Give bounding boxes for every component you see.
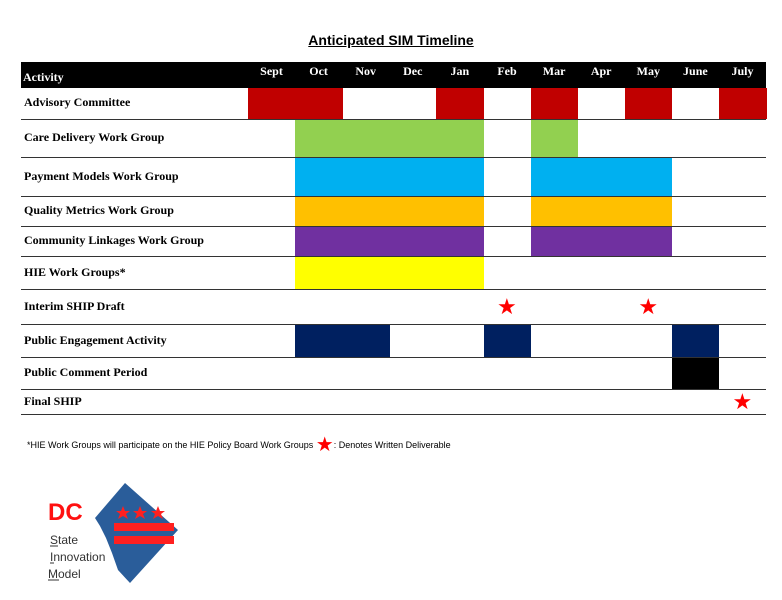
logo-dc: DC [48, 499, 83, 526]
star-icon: ★ [315, 434, 334, 456]
month-header-june: June [683, 64, 708, 78]
timeline-row: Public Comment Period [21, 358, 766, 390]
timeline-bar-mar [530, 197, 579, 226]
timeline-bar-jan [436, 257, 484, 289]
month-header-mar: Mar [542, 64, 566, 78]
timeline-bar-feb [483, 325, 532, 357]
activity-label: Payment Models Work Group [24, 168, 179, 183]
timeline-bar-mar [530, 158, 579, 196]
activity-label: Quality Metrics Work Group [24, 203, 174, 217]
timeline-row: Final SHIP ★ [21, 390, 766, 415]
timeline-bar-apr [577, 158, 626, 196]
logo-model: Model [48, 567, 81, 581]
deliverable-star-icon: ★ [638, 293, 659, 319]
month-header-dec: Dec [403, 64, 423, 78]
timeline-bar-jan [436, 158, 484, 196]
timeline-bar-oct [295, 227, 343, 256]
dc-map-shape [95, 483, 178, 583]
timeline-bar-sept [248, 88, 296, 119]
deliverable-star-icon: ★ [732, 388, 753, 414]
timeline-bar-jan [436, 227, 484, 256]
timeline-bar-nov [342, 197, 390, 226]
timeline-bar-oct [295, 325, 343, 357]
timeline-bar-apr [577, 227, 626, 256]
timeline-bar-june [671, 325, 720, 357]
timeline-bar-july [719, 88, 767, 119]
timeline-row: Public Engagement Activity [21, 325, 766, 358]
flag-bar-bottom [114, 536, 174, 544]
timeline-bar-nov [342, 257, 390, 289]
timeline-bar-dec [389, 227, 437, 256]
activity-label: Care Delivery Work Group [24, 130, 165, 144]
timeline-row: Care Delivery Work Group [21, 120, 766, 158]
timeline-bar-nov [342, 325, 390, 357]
activity-label: Community Linkages Work Group [24, 233, 204, 247]
timeline-bar-dec [389, 197, 437, 226]
timeline-bar-mar [530, 120, 579, 157]
activity-label: Public Engagement Activity [24, 332, 167, 347]
activity-label: HIE Work Groups* [24, 264, 126, 279]
timeline-bar-dec [389, 257, 437, 289]
timeline-bar-dec [389, 120, 437, 157]
footnote-text: *HIE Work Groups will participate on the… [27, 440, 314, 450]
timeline-bar-mar [530, 227, 579, 256]
timeline-bar-oct [295, 257, 343, 289]
activity-label: Advisory Committee [24, 95, 131, 109]
flag-bar-top [114, 523, 174, 531]
activity-label: Interim SHIP Draft [24, 298, 125, 313]
activity-label: Final SHIP [24, 393, 82, 408]
month-header-july: July [731, 64, 754, 78]
deliverable-star-icon: ★ [497, 293, 517, 319]
timeline-bar-may [624, 227, 673, 256]
month-header-apr: Apr [590, 64, 612, 78]
timeline-row: Advisory Committee [21, 88, 767, 120]
activity-label: Public Comment Period [24, 365, 148, 379]
timeline-bar-mar [530, 88, 579, 119]
timeline-bar-nov [342, 158, 390, 196]
timeline-bar-apr [577, 197, 626, 226]
month-header-sept: Sept [260, 64, 283, 78]
month-header-may: May [636, 64, 660, 78]
timeline-bar-oct [295, 158, 343, 196]
month-header-feb: Feb [497, 64, 517, 78]
month-header-nov: Nov [355, 64, 377, 78]
timeline-row: Interim SHIP Draft ★ ★ [21, 290, 766, 325]
logo-innovation: Innovation [50, 550, 105, 564]
month-header-oct: Oct [309, 64, 328, 78]
timeline-row: HIE Work Groups* [21, 257, 766, 290]
activity-column-header: Activity [23, 70, 64, 84]
timeline-bar-oct [295, 197, 343, 226]
month-header-jan: Jan [450, 64, 470, 78]
timeline-row: Community Linkages Work Group [21, 227, 766, 257]
timeline-bar-jan [436, 120, 484, 157]
timeline-row: Quality Metrics Work Group [21, 197, 766, 227]
timeline-bar-nov [342, 120, 390, 157]
timeline-bar-jan [436, 88, 484, 119]
timeline-bar-oct [295, 88, 343, 119]
timeline-bar-may [624, 197, 673, 226]
timeline-header: Activity Sept Oct Nov Dec Jan Feb Mar Apr May Jun… [21, 62, 766, 88]
timeline-bar-nov [342, 227, 390, 256]
timeline-bar-may [624, 158, 673, 196]
dc-sim-logo: DC State Innovation Model [48, 483, 178, 583]
timeline-bar-jan [436, 197, 484, 226]
logo-state: State [50, 533, 78, 547]
timeline-bar-may [624, 88, 673, 119]
timeline-bar-oct [295, 120, 343, 157]
timeline-bar-june [671, 358, 720, 389]
legend-text: : Denotes Written Deliverable [333, 440, 451, 450]
page-title: Anticipated SIM Timeline [308, 32, 474, 48]
footnote: *HIE Work Groups will participate on the… [27, 432, 451, 457]
timeline-bar-dec [389, 158, 437, 196]
timeline-row: Payment Models Work Group [21, 158, 766, 197]
